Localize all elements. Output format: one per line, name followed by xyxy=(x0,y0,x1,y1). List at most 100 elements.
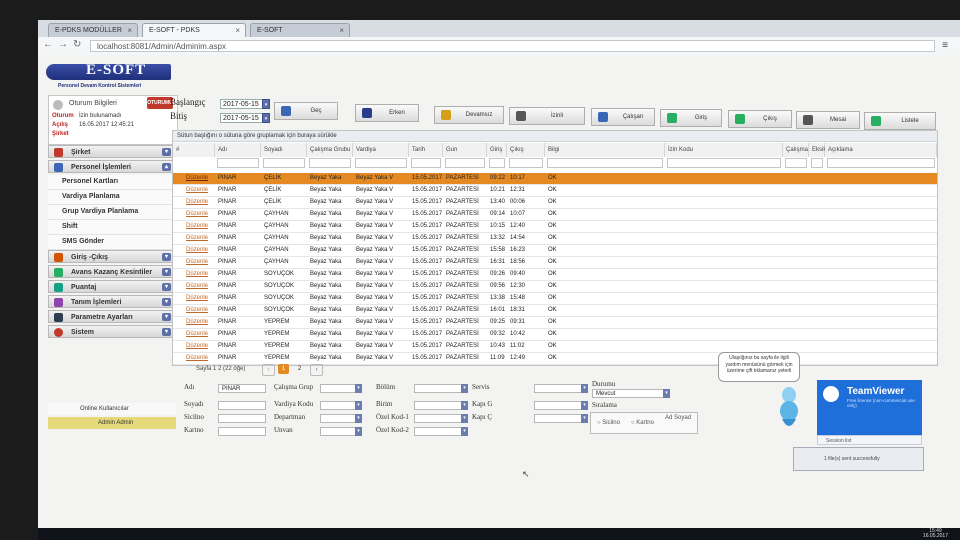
table-row[interactable]: Düzenle PINAR SOYUÇOK Beyaz Yaka Beyaz Yaka … xyxy=(173,305,937,317)
chevron-down-icon[interactable]: ▾ xyxy=(162,328,171,336)
giris-button[interactable]: Giriş xyxy=(660,109,722,127)
dropdown-arrow-icon[interactable]: ▾ xyxy=(663,389,670,398)
soyadi-input[interactable] xyxy=(218,401,266,410)
adi-input[interactable]: PINAR xyxy=(218,384,266,393)
menu-grup-vardiya-planlama[interactable]: Grup Vardiya Planlama xyxy=(48,205,176,220)
menu-personel-islemleri[interactable]: Personel İşlemleri ▴ xyxy=(48,160,176,173)
chevron-down-icon[interactable]: ▾ xyxy=(162,313,171,321)
tab-epdks-moduller[interactable]: E-PDKS MODÜLLER × xyxy=(48,23,138,37)
pager-page-1[interactable]: 1 xyxy=(278,364,289,374)
col-header-vardiya[interactable]: Vardiya xyxy=(353,143,409,157)
filter-cikis[interactable] xyxy=(509,158,543,168)
menu-parametre-ayarlari[interactable]: Parametre Ayarları ▾ xyxy=(48,310,176,323)
radio-sicilno[interactable]: ○ Sicilno xyxy=(597,420,620,426)
menu-personel-kartlari[interactable]: Personel Kartları xyxy=(48,175,176,190)
filter-adi[interactable] xyxy=(217,158,259,168)
bolum-select[interactable] xyxy=(414,384,468,393)
dropdown-arrow-icon[interactable]: ▾ xyxy=(355,414,362,423)
chevron-down-icon[interactable]: ▾ xyxy=(162,268,171,276)
table-row[interactable]: Düzenle PINAR SOYUÇOK Beyaz Yaka Beyaz Yaka … xyxy=(173,281,937,293)
col-header-tarih[interactable]: Tarih xyxy=(409,143,443,157)
table-row[interactable]: Düzenle PINAR ÇELİK Beyaz Yaka Beyaz Yaka V1… xyxy=(173,185,937,197)
col-header-number[interactable]: # xyxy=(173,143,215,157)
sicilno-input[interactable] xyxy=(218,414,266,423)
filter-soyadi[interactable] xyxy=(263,158,305,168)
menu-avans[interactable]: Avans Kazanç Kesintiler ▾ xyxy=(48,265,176,278)
pager-page-2[interactable]: 2 xyxy=(294,364,305,374)
servis-select[interactable] xyxy=(534,384,588,393)
dropdown-arrow-icon[interactable]: ▾ xyxy=(355,384,362,393)
tab-esoft[interactable]: E-SOFT × xyxy=(250,23,350,37)
col-header-bilgi[interactable]: Bilgi xyxy=(545,143,665,157)
table-row[interactable]: Düzenle PINAR ÇAYHAN Beyaz Yaka Beyaz Yaka V… xyxy=(173,233,937,245)
mesai-button[interactable]: Mesai xyxy=(796,111,860,129)
izinli-button[interactable]: İzinli xyxy=(509,107,585,125)
pager-next-icon[interactable]: › xyxy=(310,364,323,376)
menu-tanim-islemleri[interactable]: Tanım İşlemleri ▾ xyxy=(48,295,176,308)
forward-arrow-icon[interactable]: → xyxy=(58,39,68,50)
chevron-down-icon[interactable]: ▾ xyxy=(162,253,171,261)
kapi-c-select[interactable] xyxy=(534,414,588,423)
close-icon[interactable]: × xyxy=(235,24,240,38)
devamsiz-button[interactable]: Devamsız xyxy=(434,106,504,124)
table-row[interactable]: Düzenle PINAR ÇAYHAN Beyaz Yaka Beyaz Yaka V… xyxy=(173,257,937,269)
col-header-adi[interactable]: Adı xyxy=(215,143,261,157)
dropdown-arrow-icon[interactable]: ▾ xyxy=(461,401,468,410)
ozel-kod1-select[interactable] xyxy=(414,414,468,423)
col-header-aciklama[interactable]: Açıklama xyxy=(825,143,937,157)
col-header-giris[interactable]: Giriş xyxy=(487,143,507,157)
tab-esoft-pdks[interactable]: E-SOFT - PDKS × xyxy=(142,23,246,37)
calisan-button[interactable]: Çalışan xyxy=(591,108,655,126)
filter-izin-kodu[interactable] xyxy=(667,158,781,168)
table-row[interactable]: Düzenle PINAR YEPREM Beyaz Yaka Beyaz Yaka V… xyxy=(173,341,937,353)
browser-menu-icon[interactable]: ≡ xyxy=(942,40,948,51)
menu-shift[interactable]: Shift xyxy=(48,220,176,235)
menu-sms-gonder[interactable]: SMS Gönder xyxy=(48,235,176,250)
filter-bilgi[interactable] xyxy=(547,158,663,168)
close-icon[interactable]: × xyxy=(127,24,132,38)
dropdown-arrow-icon[interactable]: ▾ xyxy=(461,414,468,423)
filter-giris[interactable] xyxy=(489,158,505,168)
teamviewer-session-list[interactable]: Session list xyxy=(817,435,922,445)
listele-button[interactable]: Listele xyxy=(864,112,936,130)
filter-vardiya[interactable] xyxy=(355,158,407,168)
chevron-down-icon[interactable]: ▾ xyxy=(162,283,171,291)
radio-kartno[interactable]: ○ Kartno xyxy=(631,420,654,426)
table-row[interactable]: Düzenle PINAR ÇAYHAN Beyaz Yaka Beyaz Yaka V… xyxy=(173,221,937,233)
col-header-cikis[interactable]: Çıkış xyxy=(507,143,545,157)
menu-giris-cikis[interactable]: Giriş -Çıkış ▾ xyxy=(48,250,176,263)
ozel-kod2-select[interactable] xyxy=(414,427,468,436)
table-row[interactable]: Düzenle PINAR ÇELİK Beyaz Yaka Beyaz Yaka V1… xyxy=(173,197,937,209)
dropdown-arrow-icon[interactable]: ▾ xyxy=(581,414,588,423)
col-header-calisma-grubu[interactable]: Çalışma Grubu xyxy=(307,143,353,157)
col-header-gun[interactable]: Gun xyxy=(443,143,487,157)
radio-adsoyad[interactable]: Ad Soyad xyxy=(665,415,695,422)
dropdown-arrow-icon[interactable]: ▾ xyxy=(355,401,362,410)
table-row[interactable]: Düzenle PINAR SOYUÇOK Beyaz Yaka Beyaz Yaka … xyxy=(173,269,937,281)
col-header-izin-kodu[interactable]: İzin Kodu xyxy=(665,143,783,157)
filter-aciklama[interactable] xyxy=(827,158,935,168)
kapi-g-select[interactable] xyxy=(534,401,588,410)
dropdown-arrow-icon[interactable]: ▾ xyxy=(581,384,588,393)
filter-tarih[interactable] xyxy=(411,158,441,168)
calendar-dropdown-icon[interactable]: ▾ xyxy=(262,99,270,109)
url-input[interactable]: localhost:8081/Admin/Adminim.aspx xyxy=(90,40,935,52)
chevron-down-icon[interactable]: ▾ xyxy=(162,298,171,306)
genie-helper-icon[interactable] xyxy=(776,385,802,431)
close-icon[interactable]: × xyxy=(339,24,344,38)
back-arrow-icon[interactable]: ← xyxy=(43,39,53,50)
durumu-select[interactable]: Mevcut xyxy=(592,389,670,398)
reload-icon[interactable]: ↻ xyxy=(73,39,81,50)
table-row[interactable]: Düzenle PINAR ÇELİK Beyaz Yaka Beyaz Yaka V1… xyxy=(173,173,937,185)
menu-sirket[interactable]: Şirket ▾ xyxy=(48,145,176,158)
menu-puantaj[interactable]: Puantaj ▾ xyxy=(48,280,176,293)
dropdown-arrow-icon[interactable]: ▾ xyxy=(461,384,468,393)
menu-vardiya-planlama[interactable]: Vardiya Planlama xyxy=(48,190,176,205)
table-row[interactable]: Düzenle PINAR YEPREM Beyaz Yaka Beyaz Yaka V… xyxy=(173,329,937,341)
chevron-down-icon[interactable]: ▾ xyxy=(162,148,171,156)
filter-calisma-grubu[interactable] xyxy=(309,158,351,168)
dropdown-arrow-icon[interactable]: ▾ xyxy=(581,401,588,410)
gec-button[interactable]: Geç xyxy=(274,102,338,120)
dropdown-arrow-icon[interactable]: ▾ xyxy=(461,427,468,436)
table-row[interactable]: Düzenle PINAR ÇAYHAN Beyaz Yaka Beyaz Yaka V… xyxy=(173,209,937,221)
